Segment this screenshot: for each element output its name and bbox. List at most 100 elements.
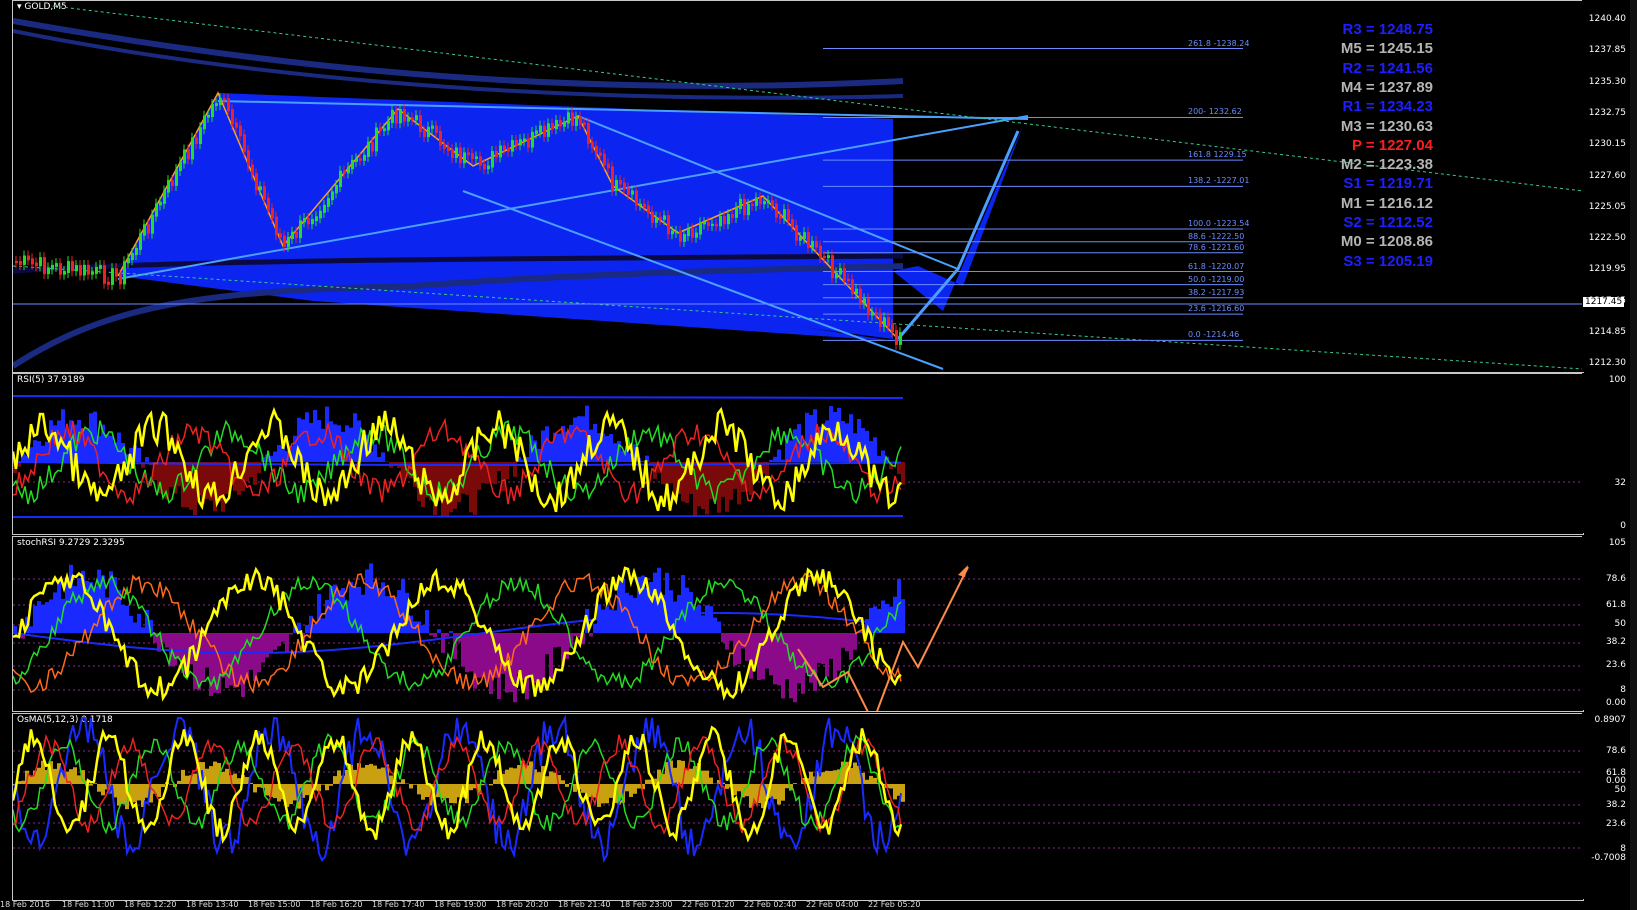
histogram-bar [901,462,905,485]
candle [779,215,782,219]
histogram-bar [573,417,577,462]
time-label: 18 Feb 20:20 [496,900,549,909]
candle [523,138,526,142]
histogram-bar [709,606,713,633]
candle [607,163,610,169]
candle [19,261,22,265]
candle [571,112,574,126]
histogram-bar [257,784,261,788]
candle [807,232,810,248]
histogram-bar [761,633,765,680]
candle [183,149,186,164]
candle [239,125,242,137]
histogram-bar [205,462,209,499]
candle [623,182,626,190]
candle [407,117,410,122]
candle [247,150,250,167]
candle [115,268,118,277]
histogram-bar [649,581,653,633]
candle [291,231,294,239]
candle [403,108,406,122]
fib-level-label: 50.0 -1219.00 [1188,274,1245,284]
histogram-bar [557,633,561,647]
histogram-bar [121,604,125,633]
histogram-bar [609,784,613,798]
candle [819,245,822,258]
candle [611,166,614,191]
histogram-bar [701,462,705,510]
histogram-bar [817,633,821,663]
histogram-bar [253,633,257,682]
histogram-bar [261,633,265,663]
candle [219,98,222,106]
rsi-tick: 100 [1608,375,1626,385]
candle [763,201,766,205]
rsi-chart-svg [13,395,1583,518]
candle [675,230,678,233]
histogram-bar [117,784,121,806]
candle [107,281,110,285]
histogram-bar [181,769,185,784]
candle [231,109,234,125]
histogram-bar [433,462,437,515]
candle [715,223,718,227]
candle [823,255,826,259]
price-tick: 1230.15 [1588,139,1626,150]
candle [679,230,682,242]
candle [855,288,858,295]
candle [423,130,426,138]
histogram-bar [325,784,329,791]
candle [671,230,674,235]
price-chart-pane[interactable]: ▾ GOLD,M5 261.8 -1238.24 200- 1232.62 161.… [12,0,1584,373]
histogram-bar [881,450,885,462]
histogram-bar [129,615,133,633]
histogram-bar [193,773,197,784]
histogram-bar [273,451,277,462]
osma-pane[interactable]: OsMA(5,12,3) 0.1718 [12,713,1584,901]
histogram-bar [637,784,641,789]
histogram-bar [425,610,429,633]
candle [851,279,854,295]
candle [95,266,98,274]
histogram-bar [705,770,709,784]
histogram-bar [673,767,677,784]
candle [731,214,734,218]
candle [175,169,178,186]
histogram-bar [733,784,737,796]
candle [55,263,58,267]
candle [147,224,150,234]
histogram-bar [13,626,17,633]
time-label: 18 Feb 19:00 [434,900,487,909]
price-tick: 1225.05 [1588,201,1626,212]
histogram-bar [605,784,609,804]
histogram-bar [221,771,225,784]
fib-level-label: 138.2 -1227.01 [1188,176,1250,186]
candle [155,203,158,217]
window-edge [1630,0,1637,910]
histogram-bar [561,780,565,784]
candle [43,257,46,275]
stochrsi-pane[interactable]: stochRSI 9.2729 2.3295 [12,536,1584,712]
candle [467,152,470,156]
fib-level-label: 0.0 -1214.46 [1188,330,1240,340]
histogram-bar [849,767,853,784]
fib-level-label: 161.8 1229.15 [1188,150,1247,160]
histogram-bar [593,623,597,633]
candle [767,200,770,204]
histogram-bar [793,783,797,784]
candle [215,103,218,107]
histogram-bar [117,432,121,462]
price-scale[interactable]: 1240.40 1237.85 1235.30 1232.75 1230.15 1227.… [1582,0,1630,372]
candle [859,288,862,305]
candle [447,146,450,152]
histogram-bar [901,599,905,633]
candle [431,125,434,129]
rsi-pane[interactable]: RSI(5) 37.9189 [12,373,1584,535]
histogram-bar [77,775,81,784]
candle [359,158,362,161]
histogram-bar [213,761,217,784]
histogram-bar [365,765,369,784]
histogram-bar [825,770,829,784]
rsi-scale: 100 32 0 [1582,373,1630,533]
candle [399,108,402,124]
